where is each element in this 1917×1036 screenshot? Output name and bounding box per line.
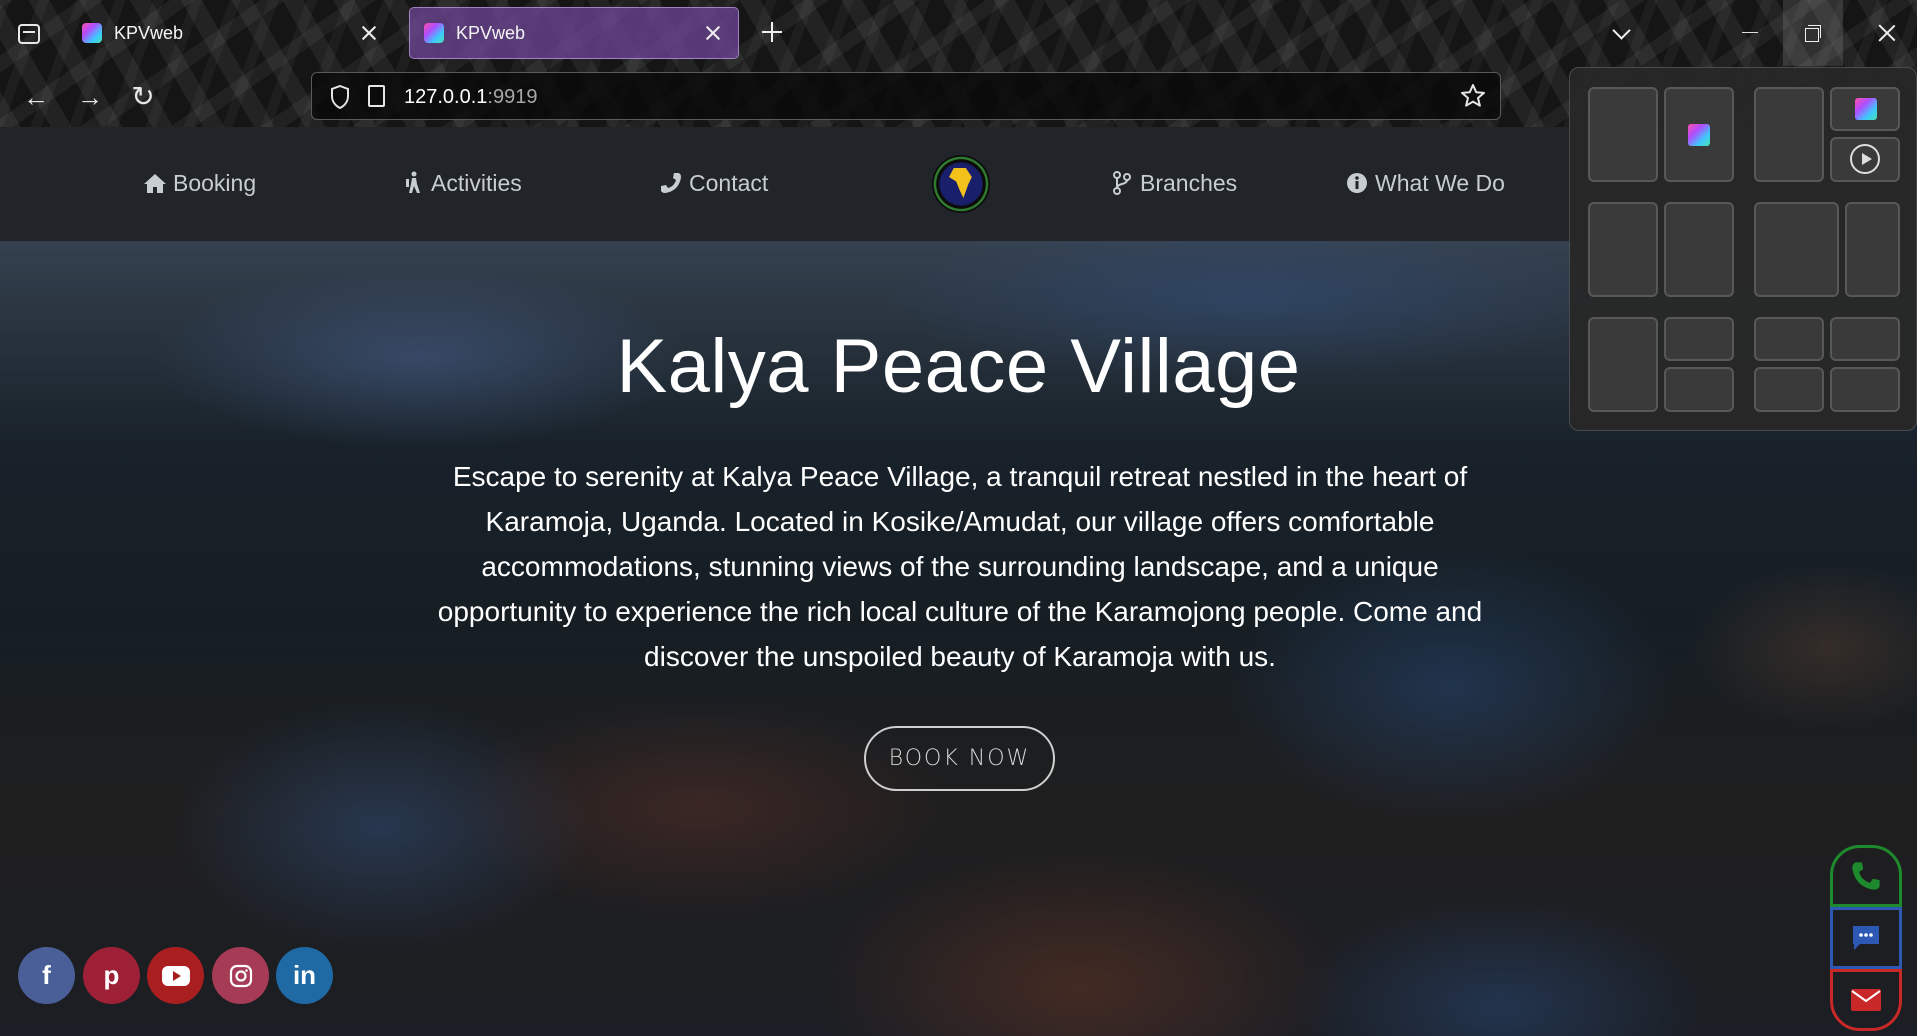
tab-kpvweb-2[interactable]: KPVweb bbox=[409, 7, 739, 59]
favicon-icon bbox=[82, 23, 102, 43]
favicon-icon bbox=[424, 23, 444, 43]
mail-icon[interactable] bbox=[1830, 969, 1902, 1031]
phone-icon bbox=[659, 171, 683, 195]
book-now-button[interactable]: BOOK NOW bbox=[864, 726, 1055, 791]
snap-zone-2b[interactable] bbox=[1830, 87, 1900, 131]
url-host: 127.0.0.1 bbox=[404, 86, 488, 108]
africa-logo[interactable] bbox=[932, 155, 990, 213]
snap-zone-5c[interactable] bbox=[1664, 367, 1734, 412]
home-icon bbox=[143, 171, 167, 195]
close-tab-icon[interactable] bbox=[702, 22, 724, 44]
shield-icon[interactable] bbox=[330, 85, 350, 109]
nav-contact[interactable]: Contact bbox=[659, 166, 768, 200]
snap-zone-6c[interactable] bbox=[1754, 367, 1824, 412]
facebook-icon[interactable]: f bbox=[18, 947, 75, 1004]
nav-branches[interactable]: Branches bbox=[1110, 166, 1237, 200]
tab-title: KPVweb bbox=[114, 22, 184, 43]
close-window-icon[interactable] bbox=[1857, 0, 1917, 66]
pinterest-icon[interactable]: p bbox=[83, 947, 140, 1004]
tab-list-icon[interactable] bbox=[14, 20, 44, 48]
url-port: :9919 bbox=[487, 86, 538, 108]
snap-zone-6d[interactable] bbox=[1830, 367, 1900, 412]
snap-zone-5a[interactable] bbox=[1588, 317, 1658, 412]
bookmark-star-icon[interactable] bbox=[1460, 83, 1486, 109]
snap-layouts-panel bbox=[1569, 67, 1917, 431]
info-icon bbox=[1345, 171, 1369, 195]
chat-icon[interactable] bbox=[1830, 907, 1902, 969]
floating-contact-buttons bbox=[1830, 845, 1902, 1031]
address-bar[interactable]: 127.0.0.1:9919 bbox=[311, 72, 1501, 120]
phone-call-icon[interactable] bbox=[1830, 845, 1902, 907]
hiking-icon bbox=[401, 171, 425, 195]
nav-activities-label: Activities bbox=[431, 169, 522, 196]
nav-booking-label: Booking bbox=[173, 169, 257, 196]
nav-what-we-do-label: What We Do bbox=[1375, 169, 1505, 196]
instagram-icon[interactable] bbox=[212, 947, 269, 1004]
kpvweb-app-icon bbox=[1855, 98, 1877, 120]
nav-branches-label: Branches bbox=[1140, 169, 1238, 196]
close-tab-icon[interactable] bbox=[358, 22, 380, 44]
snap-zone-3a[interactable] bbox=[1588, 202, 1658, 297]
url-text[interactable]: 127.0.0.1:9919 bbox=[404, 86, 537, 109]
page-icon bbox=[368, 85, 385, 107]
back-arrow-icon[interactable]: ← bbox=[19, 80, 53, 114]
linkedin-icon[interactable]: in bbox=[276, 947, 333, 1004]
forward-arrow-icon[interactable]: → bbox=[73, 80, 107, 114]
snap-zone-6b[interactable] bbox=[1830, 317, 1900, 361]
snap-zone-4b[interactable] bbox=[1845, 202, 1900, 297]
tab-title: KPVweb bbox=[456, 22, 526, 43]
kpvweb-app-icon bbox=[1688, 124, 1710, 146]
branch-icon bbox=[1110, 171, 1134, 195]
nav-activities[interactable]: Activities bbox=[401, 166, 522, 200]
snap-zone-5b[interactable] bbox=[1664, 317, 1734, 361]
new-tab-plus-icon[interactable] bbox=[760, 20, 784, 44]
snap-zone-1b[interactable] bbox=[1664, 87, 1734, 182]
nav-contact-label: Contact bbox=[689, 169, 769, 196]
snap-zone-2a[interactable] bbox=[1754, 87, 1824, 182]
nav-what-we-do[interactable]: What We Do bbox=[1345, 166, 1505, 200]
media-player-icon bbox=[1850, 144, 1880, 174]
restore-icon[interactable] bbox=[1783, 0, 1843, 66]
tab-kpvweb-1[interactable]: KPVweb bbox=[68, 7, 394, 59]
tab-overflow-chevron-down-icon[interactable] bbox=[1592, 0, 1652, 66]
youtube-icon[interactable] bbox=[147, 947, 204, 1004]
reload-icon[interactable]: ↻ bbox=[126, 80, 160, 114]
snap-zone-2c[interactable] bbox=[1830, 137, 1900, 182]
nav-booking[interactable]: Booking bbox=[143, 166, 256, 200]
snap-zone-4a[interactable] bbox=[1754, 202, 1839, 297]
snap-zone-1a[interactable] bbox=[1588, 87, 1658, 182]
minimize-icon[interactable] bbox=[1720, 0, 1780, 66]
snap-zone-3b[interactable] bbox=[1664, 202, 1734, 297]
hero-description: Escape to serenity at Kalya Peace Villag… bbox=[437, 461, 1483, 672]
snap-zone-6a[interactable] bbox=[1754, 317, 1824, 361]
